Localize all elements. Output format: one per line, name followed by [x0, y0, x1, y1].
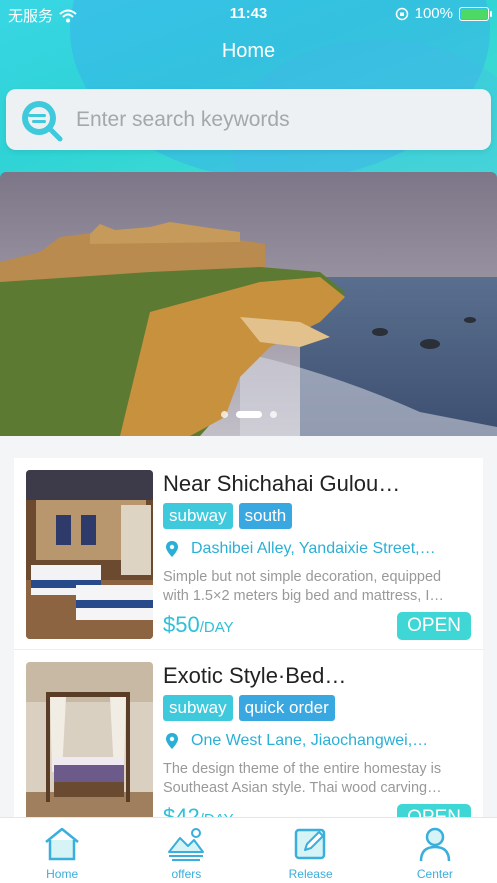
search-input[interactable] — [76, 107, 456, 132]
listing-tags: subway south — [163, 503, 293, 529]
description-line: The design theme of the entire homestay … — [163, 761, 442, 777]
listing-description: Simple but not simple decoration, equipp… — [163, 568, 468, 606]
listing-thumbnail[interactable] — [26, 470, 153, 639]
tab-label: Release — [288, 867, 333, 881]
description-line: Southeast Asian style. Thai wood carving… — [163, 780, 442, 796]
landscape-icon — [168, 828, 205, 861]
tab-home[interactable]: Home — [0, 818, 124, 883]
listing-list: Near Shichahai Gulou… subway south Dashi… — [14, 458, 483, 842]
battery-icon — [459, 6, 492, 21]
tab-offers[interactable]: offers — [124, 818, 248, 883]
listing-card[interactable]: Exotic Style·Bed… subway quick order One… — [14, 650, 483, 842]
tab-center[interactable]: Center — [373, 818, 497, 883]
carousel-dot-active[interactable] — [235, 411, 262, 418]
price-unit: /DAY — [199, 619, 234, 636]
search-bar[interactable] — [6, 89, 491, 150]
price-value: $50 — [163, 612, 200, 637]
battery-percent: 100% — [414, 5, 453, 22]
rotation-lock-icon — [395, 7, 408, 20]
tag-badge: south — [238, 503, 293, 529]
edit-icon — [294, 828, 325, 860]
description-line: Simple but not simple decoration, equipp… — [163, 569, 442, 585]
location-pin-icon — [166, 541, 178, 557]
banner-carousel[interactable] — [0, 172, 497, 436]
tag-badge: subway — [163, 503, 233, 529]
status-badge[interactable]: OPEN — [397, 612, 471, 640]
carousel-indicators — [0, 411, 497, 418]
address-text: Dashibei Alley, Yandaixie Street,… — [191, 540, 436, 557]
home-icon — [45, 827, 79, 861]
tag-badge: subway — [163, 695, 233, 721]
user-icon — [419, 827, 451, 862]
tab-bar: Home offers Release Center — [0, 817, 497, 883]
carousel-dot[interactable] — [269, 411, 277, 418]
tab-release[interactable]: Release — [249, 818, 373, 883]
tab-label: Home — [46, 867, 79, 881]
listing-address: One West Lane, Jiaochangwei,… — [163, 732, 473, 750]
listing-price: $50/DAY — [163, 612, 234, 638]
status-right: 100% — [395, 5, 492, 22]
tab-label: offers — [171, 867, 202, 881]
listing-tags: subway quick order — [163, 695, 335, 721]
banner-image[interactable] — [0, 172, 497, 436]
address-text: One West Lane, Jiaochangwei,… — [191, 732, 429, 749]
listing-title[interactable]: Exotic Style·Bed… — [163, 663, 473, 689]
tab-label: Center — [416, 867, 453, 881]
carousel-dot[interactable] — [220, 411, 228, 418]
listing-title[interactable]: Near Shichahai Gulou… — [163, 471, 473, 497]
page-title: Home — [221, 40, 276, 62]
listing-card[interactable]: Near Shichahai Gulou… subway south Dashi… — [14, 458, 483, 650]
location-pin-icon — [166, 733, 178, 749]
status-bar: 无服务 11:43 100% — [0, 0, 497, 28]
listing-description: The design theme of the entire homestay … — [163, 760, 468, 798]
tag-badge: quick order — [238, 695, 335, 721]
search-icon — [22, 100, 63, 141]
description-line: with 1.5×2 meters big bed and mattress, … — [163, 588, 444, 604]
listing-address: Dashibei Alley, Yandaixie Street,… — [163, 540, 473, 558]
listing-thumbnail[interactable] — [26, 662, 153, 831]
